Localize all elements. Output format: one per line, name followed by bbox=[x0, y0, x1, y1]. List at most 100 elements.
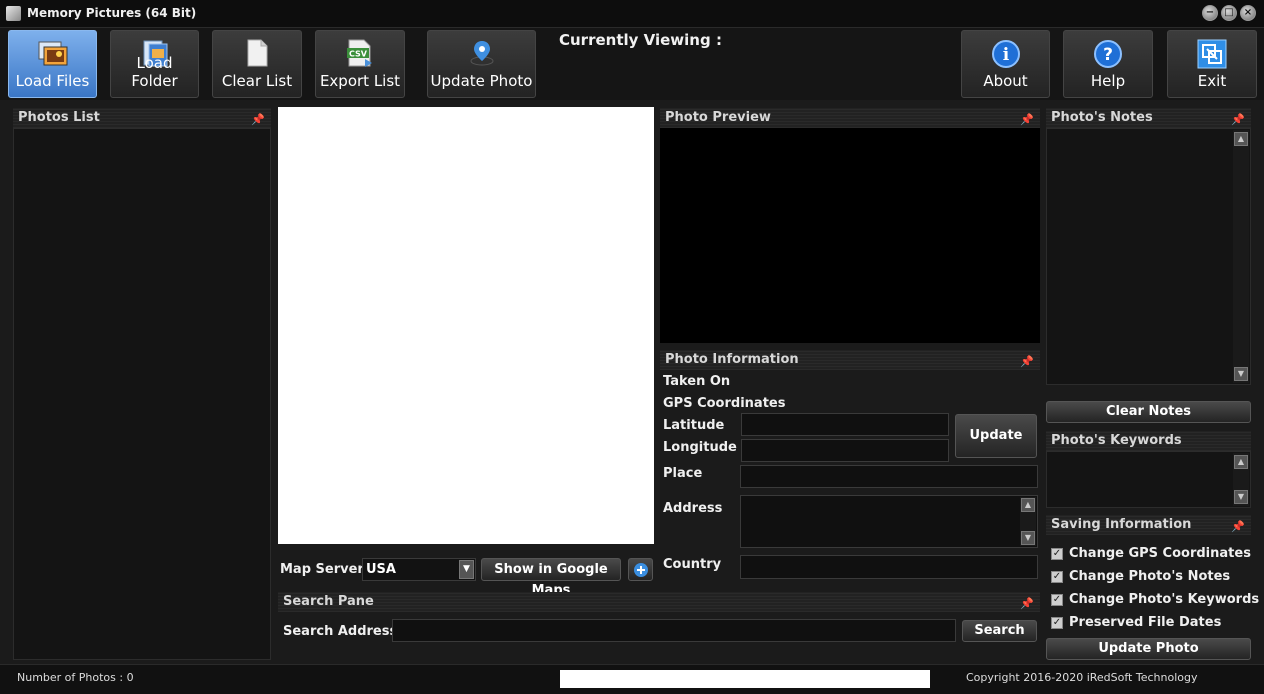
checkbox-keywords[interactable]: ✓ bbox=[1051, 594, 1063, 606]
keywords-title: Photo's Keywords bbox=[1051, 433, 1182, 448]
country-field[interactable] bbox=[740, 555, 1038, 579]
maximize-button[interactable]: □ bbox=[1221, 5, 1237, 21]
scroll-down-icon[interactable]: ▼ bbox=[1234, 490, 1248, 504]
load-files-button[interactable]: Load Files bbox=[8, 30, 97, 98]
notes-header: Photo's Notes 📌 bbox=[1046, 108, 1251, 128]
export-list-button[interactable]: CSV Export List bbox=[315, 30, 405, 98]
photo-preview-header: Photo Preview 📌 bbox=[660, 108, 1040, 128]
address-field[interactable]: ▲ ▼ bbox=[740, 495, 1038, 548]
map-pin-icon bbox=[470, 41, 493, 66]
csv-export-icon: CSV bbox=[347, 39, 372, 67]
checkbox-notes[interactable]: ✓ bbox=[1051, 571, 1063, 583]
help-button[interactable]: ? Help bbox=[1063, 30, 1153, 98]
address-label: Address bbox=[663, 501, 723, 516]
scroll-up-icon[interactable]: ▲ bbox=[1234, 455, 1248, 469]
info-icon: i bbox=[991, 40, 1020, 68]
svg-text:CSV: CSV bbox=[349, 50, 368, 59]
clear-list-button[interactable]: Clear List bbox=[212, 30, 302, 98]
help-label: Help bbox=[1090, 72, 1126, 90]
search-pane-header: Search Pane 📌 bbox=[278, 592, 1040, 612]
keywords-textarea[interactable]: ▲ ▼ bbox=[1046, 451, 1251, 508]
photo-count: Number of Photos : 0 bbox=[17, 671, 134, 684]
photos-list[interactable] bbox=[13, 128, 271, 660]
status-bar: Number of Photos : 0 Copyright 2016-2020… bbox=[0, 664, 1264, 694]
map-server-value: USA bbox=[366, 562, 396, 577]
scroll-up-icon[interactable]: ▲ bbox=[1234, 132, 1248, 146]
load-folder-label: Load Folder bbox=[131, 54, 178, 90]
minimize-button[interactable]: − bbox=[1202, 5, 1218, 21]
saving-title: Saving Information bbox=[1051, 517, 1192, 532]
plus-circle-icon bbox=[633, 563, 648, 577]
pin-icon[interactable]: 📌 bbox=[1020, 594, 1034, 614]
about-label: About bbox=[983, 72, 1028, 90]
svg-text:i: i bbox=[1002, 45, 1009, 65]
title-bar: Memory Pictures (64 Bit) − □ × bbox=[0, 0, 1264, 28]
clear-notes-button[interactable]: Clear Notes bbox=[1046, 401, 1251, 423]
copyright-text: Copyright 2016-2020 iRedSoft Technology bbox=[966, 671, 1198, 684]
checkbox-gps[interactable]: ✓ bbox=[1051, 548, 1063, 560]
exit-icon bbox=[1197, 39, 1227, 69]
photo-info-header: Photo Information 📌 bbox=[660, 350, 1040, 370]
search-address-input[interactable] bbox=[392, 619, 956, 642]
app-title: Memory Pictures (64 Bit) bbox=[27, 6, 197, 20]
keywords-scrollbar[interactable]: ▲ ▼ bbox=[1233, 453, 1249, 506]
notes-scrollbar[interactable]: ▲ ▼ bbox=[1233, 130, 1249, 383]
pin-icon[interactable]: 📌 bbox=[251, 110, 265, 130]
longitude-field[interactable] bbox=[741, 439, 949, 462]
scroll-down-icon[interactable]: ▼ bbox=[1021, 531, 1035, 545]
show-google-maps-button[interactable]: Show in Google Maps bbox=[481, 558, 621, 598]
zoom-in-button[interactable] bbox=[628, 558, 653, 581]
scroll-up-icon[interactable]: ▲ bbox=[1021, 498, 1035, 512]
checkbox-notes-label: Change Photo's Notes bbox=[1069, 569, 1231, 584]
keywords-header: Photo's Keywords bbox=[1046, 431, 1251, 451]
saving-header: Saving Information 📌 bbox=[1046, 515, 1251, 535]
address-scrollbar[interactable]: ▲ ▼ bbox=[1020, 497, 1036, 546]
pin-icon[interactable]: 📌 bbox=[1231, 517, 1245, 537]
photo-preview-area bbox=[660, 128, 1040, 343]
update-photo-button[interactable]: Update Photo bbox=[427, 30, 536, 98]
latitude-field[interactable] bbox=[741, 413, 949, 436]
map-server-label: Map Server bbox=[280, 562, 364, 577]
save-update-photo-button[interactable]: Update Photo bbox=[1046, 638, 1251, 660]
app-icon bbox=[6, 6, 21, 21]
notes-title: Photo's Notes bbox=[1051, 110, 1153, 125]
photo-info-title: Photo Information bbox=[665, 352, 799, 367]
checkbox-dates-label: Preserved File Dates bbox=[1069, 615, 1222, 630]
checkbox-keywords-label: Change Photo's Keywords bbox=[1069, 592, 1260, 607]
pin-icon[interactable]: 📌 bbox=[1231, 110, 1245, 130]
pin-icon[interactable]: 📌 bbox=[1020, 352, 1034, 372]
checkbox-gps-label: Change GPS Coordinates bbox=[1069, 546, 1251, 561]
checkbox-dates[interactable]: ✓ bbox=[1051, 617, 1063, 629]
gps-label: GPS Coordinates bbox=[663, 396, 786, 411]
place-field[interactable] bbox=[740, 465, 1038, 488]
latitude-label: Latitude bbox=[663, 418, 725, 433]
map-view[interactable] bbox=[278, 107, 654, 544]
exit-button[interactable]: Exit bbox=[1167, 30, 1257, 98]
scroll-down-icon[interactable]: ▼ bbox=[1234, 367, 1248, 381]
help-icon: ? bbox=[1094, 40, 1122, 68]
toolbar: Load Files Load Folder Clear List CSV Ex… bbox=[0, 28, 1264, 100]
images-icon bbox=[38, 41, 67, 66]
search-button[interactable]: Search bbox=[962, 620, 1037, 642]
chevron-down-icon[interactable]: ▼ bbox=[459, 560, 474, 579]
country-label: Country bbox=[663, 557, 722, 572]
pin-icon[interactable]: 📌 bbox=[1020, 110, 1034, 130]
progress-bar bbox=[560, 670, 930, 688]
map-server-select[interactable]: USA ▼ bbox=[362, 558, 476, 581]
close-button[interactable]: × bbox=[1240, 5, 1256, 21]
search-pane-title: Search Pane bbox=[283, 594, 374, 609]
photos-list-title: Photos List bbox=[18, 110, 100, 125]
currently-viewing-label: Currently Viewing : bbox=[559, 31, 722, 49]
load-folder-button[interactable]: Load Folder bbox=[110, 30, 199, 98]
load-files-label: Load Files bbox=[15, 72, 90, 90]
about-button[interactable]: i About bbox=[961, 30, 1050, 98]
longitude-label: Longitude bbox=[663, 440, 737, 455]
svg-text:?: ? bbox=[1103, 45, 1113, 65]
photos-list-header: Photos List 📌 bbox=[13, 108, 271, 128]
notes-textarea[interactable]: ▲ ▼ bbox=[1046, 128, 1251, 385]
place-label: Place bbox=[663, 466, 703, 481]
photo-preview-title: Photo Preview bbox=[665, 110, 771, 125]
exit-label: Exit bbox=[1197, 72, 1227, 90]
document-icon bbox=[247, 39, 268, 67]
update-map-button[interactable]: Update Map bbox=[955, 414, 1037, 485]
